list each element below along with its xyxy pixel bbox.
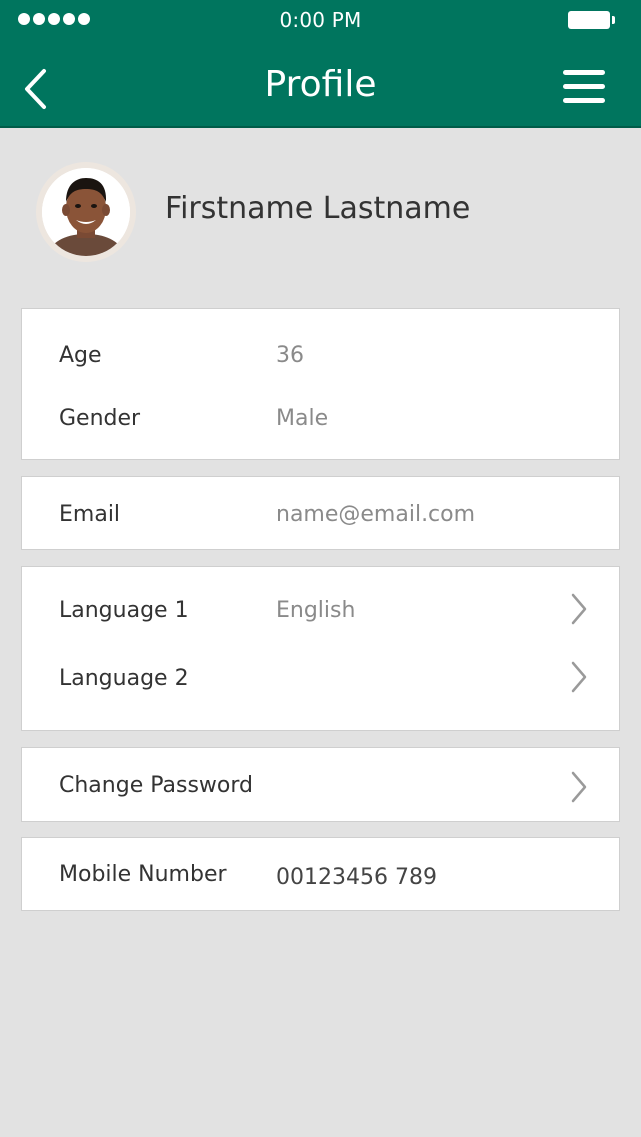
change-password-row[interactable]: Change Password — [22, 771, 619, 813]
language1-label: Language 1 — [59, 598, 189, 623]
language1-value: English — [276, 598, 356, 623]
status-time: 0:00 PM — [279, 8, 362, 32]
email-row: Email name@email.com — [22, 502, 619, 542]
profile-name: Firstname Lastname — [165, 191, 471, 226]
mobile-row: Mobile Number 00123456 789 — [22, 862, 619, 902]
email-card: Email name@email.com — [21, 476, 620, 550]
page-title: Profile — [264, 64, 377, 105]
hamburger-menu-icon — [563, 70, 605, 103]
languages-card: Language 1 English Language 2 — [21, 566, 620, 731]
mobile-card: Mobile Number 00123456 789 — [21, 837, 620, 911]
language2-row[interactable]: Language 2 — [22, 661, 619, 716]
language1-row[interactable]: Language 1 English — [22, 593, 619, 648]
chevron-right-icon — [571, 661, 587, 693]
chevron-right-icon — [571, 771, 587, 803]
language2-label: Language 2 — [59, 666, 189, 691]
email-value: name@email.com — [276, 502, 476, 527]
age-label: Age — [59, 343, 102, 368]
details-card: Age 36 Gender Male — [21, 308, 620, 460]
gender-row: Gender Male — [22, 406, 619, 446]
battery-icon — [568, 11, 615, 29]
menu-button[interactable] — [563, 70, 605, 106]
mobile-label: Mobile Number — [59, 862, 227, 887]
status-bar: 0:00 PM — [0, 0, 641, 40]
change-password-card[interactable]: Change Password — [21, 747, 620, 822]
avatar[interactable] — [36, 162, 136, 262]
header-bar: 0:00 PM Profile — [0, 0, 641, 128]
avatar-photo — [42, 168, 130, 256]
gender-value: Male — [276, 406, 329, 431]
change-password-label: Change Password — [59, 773, 253, 798]
age-row: Age 36 — [22, 343, 619, 383]
age-value: 36 — [276, 343, 304, 368]
chevron-right-icon — [571, 593, 587, 625]
email-label: Email — [59, 502, 121, 527]
mobile-value: 00123456 789 — [276, 865, 437, 890]
gender-label: Gender — [59, 406, 141, 431]
